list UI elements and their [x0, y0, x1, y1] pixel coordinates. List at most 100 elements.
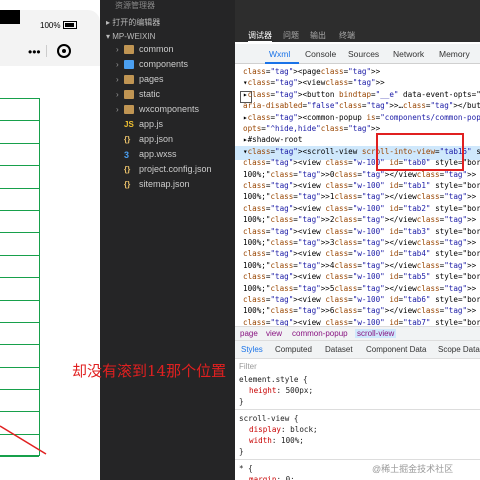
tab-scope-data[interactable]: Scope Data	[438, 345, 480, 354]
scroll-view-row	[0, 345, 39, 368]
file-tree-item-label: project.config.json	[139, 164, 212, 174]
explorer-panel: 资源管理器 ▸ 打开的编辑器 ▾ MP-WEIXIN › common › compo…	[100, 0, 235, 480]
scroll-view-row	[0, 368, 39, 391]
tab-console[interactable]: Console	[305, 49, 336, 59]
css-property-value: 0;	[285, 475, 295, 480]
crumb-scroll-view[interactable]: scroll-view	[355, 329, 397, 338]
scroll-view-row	[0, 278, 39, 301]
rule-divider	[235, 459, 480, 460]
file-tree-item[interactable]: {} app.json	[100, 134, 235, 148]
crumb-view[interactable]: view	[266, 329, 282, 338]
folder-icon	[124, 45, 134, 54]
folder-icon	[124, 75, 134, 84]
tab-problems[interactable]: 问题	[283, 30, 299, 41]
css-property-name: height	[249, 386, 277, 395]
css-property-name: width	[249, 436, 272, 445]
styles-tabbar: Styles Computed Dataset Component Data S…	[235, 341, 480, 359]
css-property-value: block;	[290, 425, 318, 434]
breadcrumb: page view common-popup scroll-view	[235, 326, 480, 341]
file-tree-item-label: static	[139, 89, 161, 99]
file-tree-item[interactable]: › wxcomponents	[100, 104, 235, 118]
file-tree-item[interactable]: JS app.js	[100, 119, 235, 133]
scroll-view-row	[0, 144, 39, 167]
battery-icon	[63, 21, 77, 29]
file-tree-item-label: app.wxss	[139, 149, 177, 159]
tab-output[interactable]: 输出	[310, 30, 326, 41]
scroll-view-row	[0, 256, 39, 279]
red-arrow-icon	[0, 425, 47, 455]
file-tree-item[interactable]: › static	[100, 89, 235, 103]
scroll-view-row	[0, 301, 39, 323]
project-label: MP-WEIXIN	[112, 32, 156, 41]
folder-icon	[124, 105, 134, 114]
crumb-page[interactable]: page	[240, 329, 258, 338]
scroll-view-row	[0, 166, 39, 189]
chevron-right-icon: ›	[116, 45, 119, 54]
scroll-view-row	[0, 323, 39, 346]
css-property[interactable]: width: 100%;	[235, 435, 480, 446]
tab-component-data[interactable]: Component Data	[366, 345, 426, 354]
scroll-view-row	[0, 390, 39, 413]
css-file-icon: 3	[124, 150, 130, 160]
file-tree-item[interactable]: {} project.config.json	[100, 164, 235, 178]
scroll-view-row	[0, 189, 39, 211]
tab-memory[interactable]: Memory	[439, 49, 470, 59]
battery-percent: 100%	[40, 21, 61, 30]
tab-sources[interactable]: Sources	[348, 49, 379, 59]
css-close: }	[239, 447, 244, 456]
js-file-icon: JS	[124, 120, 134, 129]
file-tree-item-label: wxcomponents	[139, 104, 200, 114]
active-tab-underline	[265, 62, 299, 64]
css-property-name: display	[249, 425, 282, 434]
css-property-name: margin	[249, 475, 277, 480]
rule-divider	[235, 409, 480, 410]
chevron-right-icon: ›	[116, 75, 119, 84]
annotation-text: 却没有滚到14那个位置	[72, 362, 227, 380]
file-tree-item-label: common	[139, 44, 174, 54]
scroll-view-row	[0, 211, 39, 234]
tab-computed[interactable]: Computed	[275, 345, 312, 354]
crumb-common-popup[interactable]: common-popup	[292, 329, 348, 338]
tab-debugger[interactable]: 调试器	[248, 30, 272, 42]
tab-network[interactable]: Network	[393, 49, 424, 59]
file-tree-item-label: pages	[139, 74, 164, 84]
scroll-view-row	[0, 99, 39, 122]
file-tree-item[interactable]: 3 app.wxss	[100, 149, 235, 163]
devtools-panel: 调试器 问题 输出 终端 Wxml Console Sources Networ…	[235, 0, 480, 480]
css-close: }	[239, 397, 244, 406]
devtools-tabbar: Wxml Console Sources Network Memory	[235, 44, 480, 103]
file-tree-item[interactable]: › components	[100, 59, 235, 73]
css-property-value: 500px;	[285, 386, 314, 395]
css-property-value: 100%;	[281, 436, 304, 445]
folder-icon	[124, 60, 134, 69]
styles-filter-input[interactable]: Filter	[239, 362, 257, 371]
highlight-box	[376, 133, 464, 171]
tab-styles[interactable]: Styles	[241, 345, 263, 354]
nav-bar	[0, 40, 100, 66]
open-editors-section[interactable]: ▸ 打开的编辑器	[106, 17, 160, 28]
target-icon[interactable]	[57, 44, 71, 58]
css-property[interactable]: height: 500px;	[235, 385, 480, 396]
json-file-icon: {}	[124, 180, 131, 189]
file-tree-item-label: components	[139, 59, 189, 69]
capsule-divider	[46, 45, 47, 57]
json-file-icon: {}	[124, 165, 131, 174]
chevron-right-icon: ›	[116, 60, 119, 69]
tab-terminal[interactable]: 终端	[339, 30, 355, 41]
css-property[interactable]: display: block;	[235, 424, 480, 435]
project-section[interactable]: ▾ MP-WEIXIN	[106, 32, 155, 41]
open-editors-label: 打开的编辑器	[112, 18, 161, 27]
chevron-right-icon: ›	[116, 105, 119, 114]
folder-icon	[124, 90, 134, 99]
file-tree-item[interactable]: {} sitemap.json	[100, 179, 235, 193]
file-tree-item-label: sitemap.json	[139, 179, 190, 189]
file-tree-item[interactable]: › common	[100, 44, 235, 58]
scroll-view-row	[0, 233, 39, 256]
css-selector: element.style {	[239, 375, 308, 384]
scroll-view-list[interactable]	[0, 98, 40, 458]
more-dots-icon[interactable]: •••	[28, 45, 41, 59]
simulator-panel: 100% •••	[0, 0, 100, 480]
tab-dataset[interactable]: Dataset	[325, 345, 353, 354]
tab-wxml[interactable]: Wxml	[269, 49, 290, 59]
file-tree-item[interactable]: › pages	[100, 74, 235, 88]
